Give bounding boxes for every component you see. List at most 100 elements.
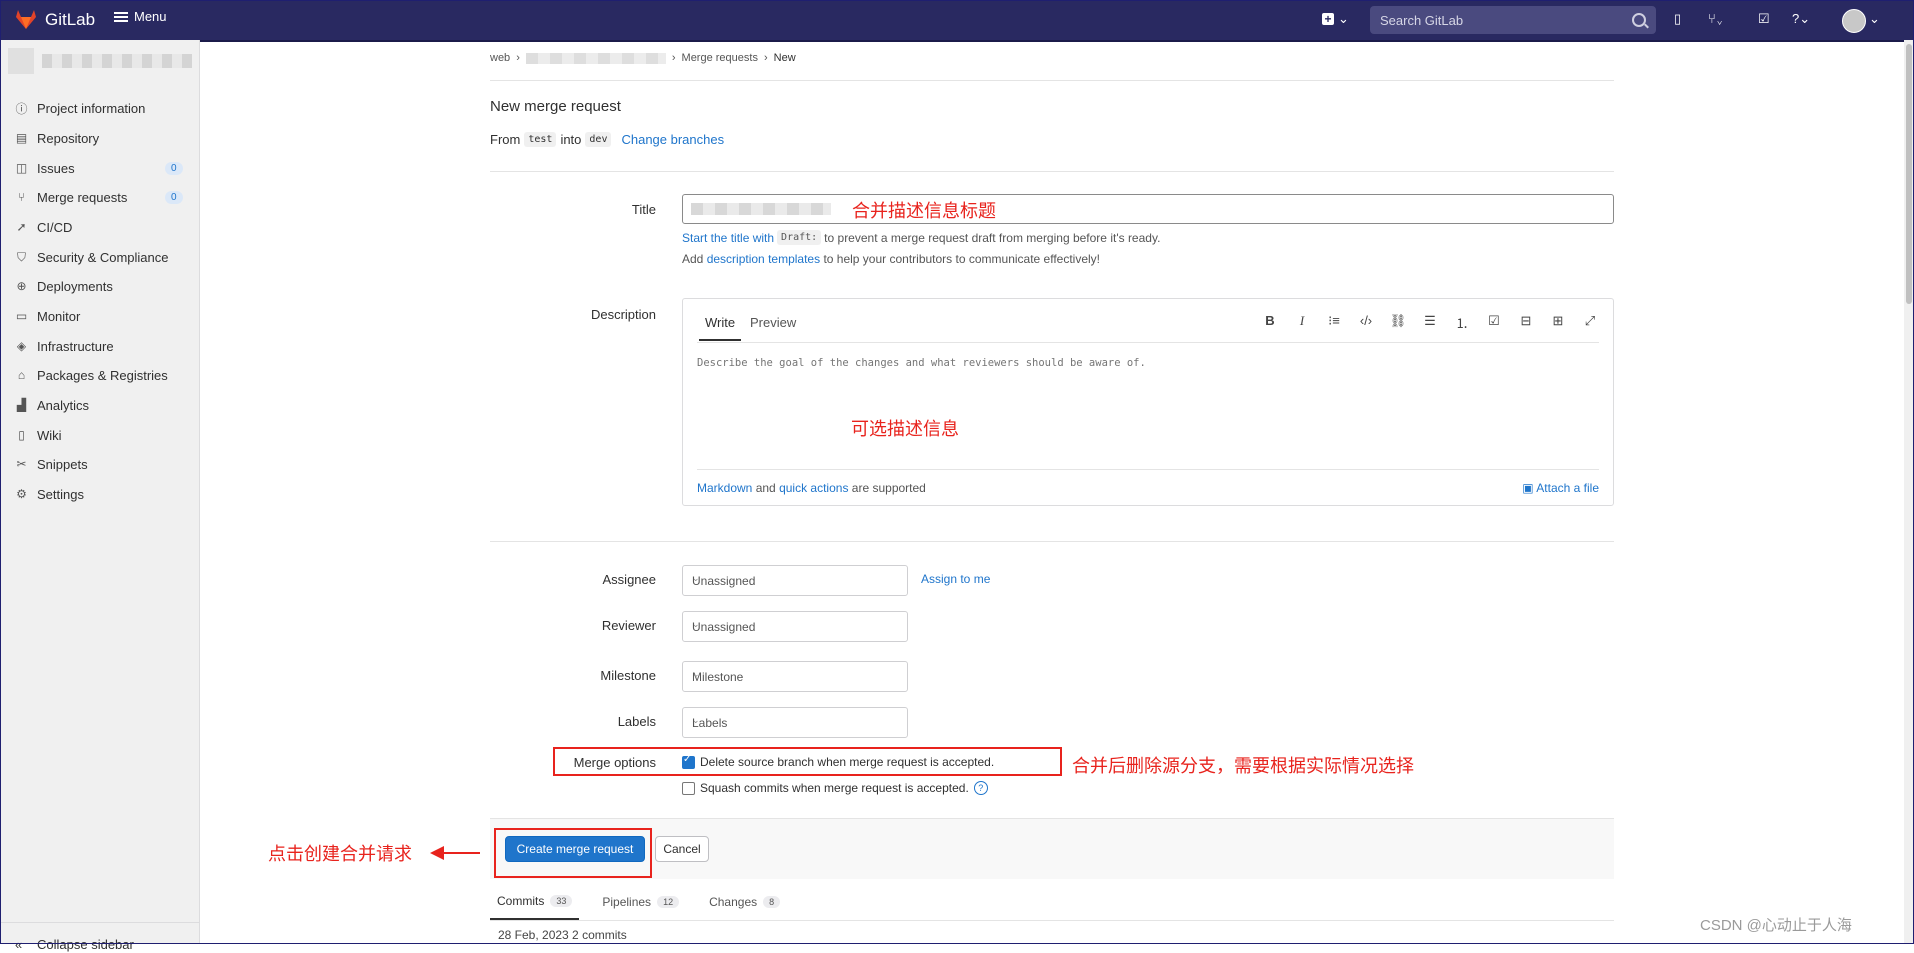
sidebar-item-merge-requests[interactable]: ⑂ Merge requests 0: [0, 183, 199, 211]
help-nav-icon[interactable]: ?⌄: [1792, 11, 1810, 27]
templates-add-text: Add: [682, 252, 704, 266]
source-branch: test: [524, 132, 557, 147]
collapse-sidebar-button[interactable]: « Collapse sidebar: [0, 922, 199, 953]
breadcrumb-section[interactable]: Merge requests: [682, 52, 758, 64]
count-badge: 0: [165, 190, 183, 204]
squash-commits-label: Squash commits when merge request is acc…: [700, 781, 969, 795]
page-scrollbar[interactable]: [1904, 40, 1914, 944]
tab-changes[interactable]: Changes 8: [702, 884, 787, 920]
sidebar-item-label: Packages & Registries: [37, 367, 168, 383]
annotation-create-note: 点击创建合并请求: [268, 844, 412, 864]
markdown-link[interactable]: Markdown: [697, 481, 752, 495]
quick-actions-link[interactable]: quick actions: [779, 481, 848, 495]
sidebar-item-snippets[interactable]: ✂ Snippets: [0, 450, 199, 478]
milestone-select[interactable]: Milestone ⌄: [682, 661, 908, 692]
sidebar-item-wiki[interactable]: ▯ Wiki: [0, 421, 199, 449]
user-avatar[interactable]: [1842, 9, 1866, 33]
chevron-down-icon: ⌄: [692, 715, 700, 725]
avatar-chevron-icon[interactable]: ⌄: [1869, 11, 1880, 27]
bullet-list-icon[interactable]: ☰: [1421, 313, 1439, 329]
todo-nav-icon[interactable]: ☑: [1758, 11, 1770, 27]
table-icon[interactable]: ⊞: [1549, 313, 1567, 329]
divider: [490, 541, 1614, 542]
sidebar-item-issues[interactable]: ◫ Issues 0: [0, 154, 199, 182]
description-textarea[interactable]: [697, 357, 1577, 457]
squash-commits-checkbox[interactable]: [682, 781, 695, 795]
change-branches-link[interactable]: Change branches: [621, 132, 724, 147]
count-badge: 0: [165, 161, 183, 175]
sidebar-item-security[interactable]: ⛉ Security & Compliance: [0, 243, 199, 271]
help-icon[interactable]: ?: [973, 781, 988, 795]
monitor-icon: ▭: [15, 309, 28, 323]
chevron-down-icon: ⌄: [692, 619, 700, 629]
tab-commits[interactable]: Commits 33: [490, 884, 580, 920]
chevron-down-icon: ⌄: [692, 669, 700, 679]
draft-help-link[interactable]: Start the title with: [682, 231, 774, 245]
rocket-icon: ➚: [16, 220, 27, 234]
top-navbar: GitLab Menu + ⌄ ▯ ⑂⌄ ☑ ?⌄ ⌄: [0, 0, 1914, 42]
annotation-title-note: 合并描述信息标题: [852, 201, 996, 221]
annotation-create-box: [494, 828, 652, 878]
new-dropdown-button[interactable]: + ⌄: [1322, 11, 1349, 27]
project-header[interactable]: [8, 48, 192, 74]
breadcrumb-current: New: [773, 52, 796, 64]
active-tab-underline: [699, 339, 741, 341]
fullscreen-icon[interactable]: ⤢: [1581, 313, 1599, 329]
assignee-select[interactable]: Unassigned ⌄: [682, 565, 908, 596]
tab-preview[interactable]: Preview: [750, 315, 796, 330]
from-label: From: [490, 132, 521, 147]
sidebar-item-project-information[interactable]: ⓘ Project information: [0, 94, 199, 122]
sidebar-item-analytics[interactable]: ▟ Analytics: [0, 391, 199, 419]
sidebar-item-label: Repository: [37, 130, 100, 146]
plus-square-icon: +: [1322, 13, 1334, 25]
code-icon[interactable]: ‹/›: [1357, 313, 1375, 328]
reviewer-select[interactable]: Unassigned ⌄: [682, 611, 908, 642]
annotation-merge-note: 合并后删除源分支，需要根据实际情况选择: [1072, 756, 1414, 776]
menu-button[interactable]: Menu: [114, 9, 167, 24]
sidebar-item-deployments[interactable]: ⊕ Deployments: [0, 272, 199, 300]
gitlab-logo-icon[interactable]: [14, 8, 38, 30]
sidebar-item-infrastructure[interactable]: ◈ Infrastructure: [0, 332, 199, 360]
sidebar-item-label: Project information: [37, 100, 146, 116]
assign-to-me-link[interactable]: Assign to me: [921, 572, 990, 586]
cancel-button[interactable]: Cancel: [655, 836, 709, 862]
annotation-description-note: 可选描述信息: [851, 419, 959, 439]
link-icon[interactable]: ⛓: [1389, 313, 1407, 329]
tab-write[interactable]: Write: [705, 315, 735, 330]
sidebar-item-cicd[interactable]: ➚ CI/CD: [0, 213, 199, 241]
search-input[interactable]: [1370, 6, 1640, 34]
collapsible-icon[interactable]: ⊟: [1517, 313, 1535, 329]
search-icon[interactable]: [1632, 13, 1646, 27]
description-templates-link[interactable]: description templates: [707, 252, 820, 266]
count-badge: 12: [657, 896, 680, 908]
breadcrumb-root[interactable]: web: [490, 52, 510, 64]
tab-label: Pipelines: [602, 895, 652, 909]
quote-icon[interactable]: ⁝≡: [1325, 313, 1343, 329]
infrastructure-icon: ◈: [16, 339, 27, 353]
templates-help: Add description templates to help your c…: [682, 252, 1100, 266]
breadcrumb-project-redacted[interactable]: [525, 52, 666, 64]
sidebar-item-repository[interactable]: ▤ Repository: [0, 124, 199, 152]
italic-icon[interactable]: I: [1293, 313, 1311, 329]
scrollbar-thumb[interactable]: [1906, 44, 1912, 304]
task-list-icon[interactable]: ☑: [1485, 313, 1503, 329]
squash-commits-option[interactable]: Squash commits when merge request is acc…: [682, 781, 988, 795]
numbered-list-icon[interactable]: ⒈: [1453, 313, 1471, 332]
brand-name[interactable]: GitLab: [45, 10, 95, 30]
sidebar-item-monitor[interactable]: ▭ Monitor: [0, 302, 199, 330]
info-icon: ⓘ: [15, 101, 28, 116]
title-input[interactable]: [682, 194, 1614, 224]
tab-pipelines[interactable]: Pipelines 12: [595, 884, 686, 920]
attach-file-button[interactable]: ▣ Attach a file: [1522, 481, 1599, 495]
sidebar-item-packages[interactable]: ⌂ Packages & Registries: [0, 361, 199, 389]
merge-requests-nav-icon[interactable]: ⑂⌄: [1708, 11, 1724, 26]
tab-label: Commits: [497, 894, 545, 908]
issues-nav-icon[interactable]: ▯: [1674, 11, 1681, 27]
breadcrumb-separator-icon: ›: [763, 52, 768, 64]
bold-icon[interactable]: B: [1261, 313, 1279, 328]
breadcrumb-separator-icon: ›: [671, 52, 676, 64]
sidebar-item-settings[interactable]: ⚙ Settings: [0, 480, 199, 508]
sidebar: ⓘ Project information ▤ Repository ◫ Issues…: [0, 40, 200, 952]
sidebar-item-label: Analytics: [37, 397, 90, 413]
labels-select[interactable]: Labels ⌄: [682, 707, 908, 738]
